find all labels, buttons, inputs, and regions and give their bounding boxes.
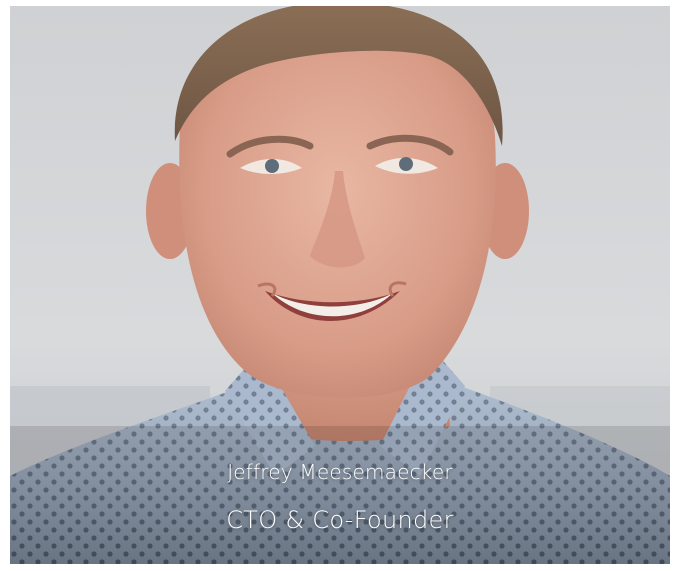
member-title: CTO & Co-Founder — [226, 506, 454, 534]
team-member-card: Jeffrey Meesemaecker CTO & Co-Founder — [10, 6, 670, 564]
member-name: Jeffrey Meesemaecker — [227, 460, 453, 484]
